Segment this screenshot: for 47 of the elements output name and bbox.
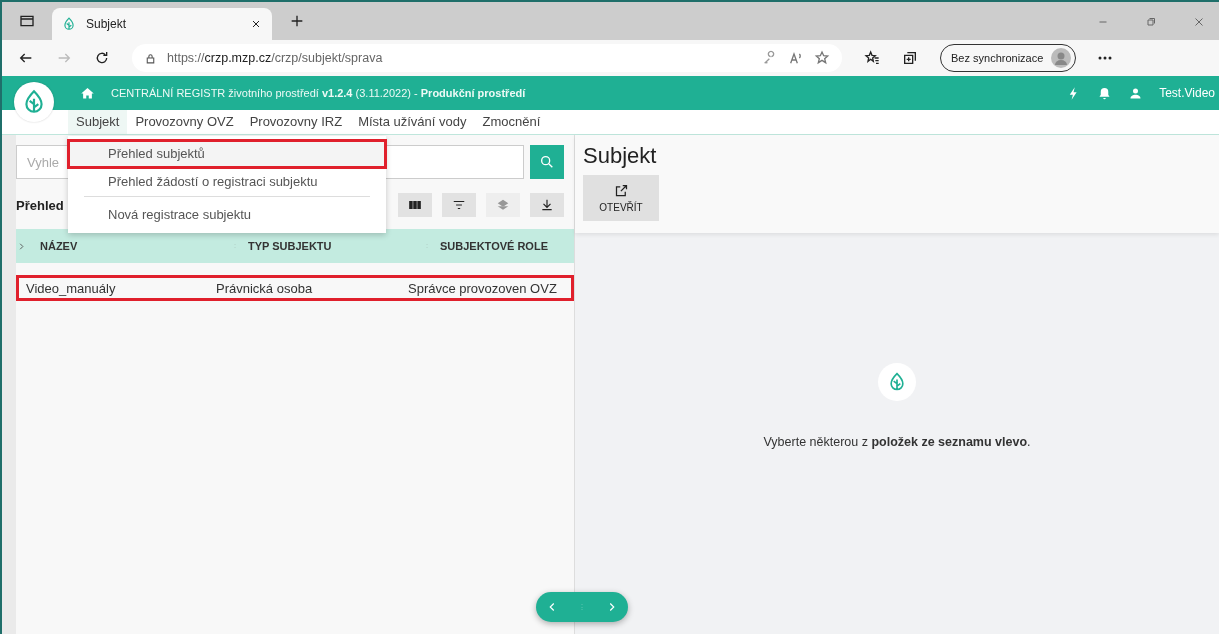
menu-item[interactable]: Subjekt bbox=[68, 110, 128, 134]
lock-icon bbox=[144, 51, 157, 65]
site-icon bbox=[62, 17, 76, 31]
dropdown-item[interactable]: Nová registrace subjektu bbox=[68, 201, 386, 229]
menu-item[interactable]: Provozovny OVZ bbox=[127, 110, 242, 134]
scrollbar[interactable] bbox=[2, 135, 16, 634]
columns-icon bbox=[408, 198, 422, 212]
layers-icon bbox=[496, 198, 510, 212]
dropdown-item[interactable]: Přehled subjektů bbox=[68, 140, 386, 168]
external-link-icon bbox=[613, 183, 629, 198]
column-header[interactable]: SUBJEKTOVÉ ROLE bbox=[440, 240, 548, 252]
browser-tab[interactable]: Subjekt bbox=[52, 8, 272, 40]
favorites-icon bbox=[864, 50, 880, 66]
star-add-icon bbox=[814, 50, 830, 66]
address-bar[interactable]: https://crzp.mzp.cz/crzp/subjekt/sprava bbox=[132, 44, 842, 72]
reload-icon bbox=[94, 50, 110, 66]
close-icon bbox=[250, 18, 262, 30]
table-row[interactable]: Video_manuály Právnická osoba Správce provozoven OVZ bbox=[16, 275, 574, 301]
close-icon bbox=[1193, 16, 1205, 28]
new-tab-icon bbox=[289, 13, 305, 29]
toolbar-button[interactable] bbox=[398, 193, 432, 217]
menu-item[interactable]: Místa užívání vody bbox=[350, 110, 475, 134]
download-icon bbox=[540, 198, 554, 212]
open-button[interactable]: OTEVŘÍT bbox=[583, 175, 659, 221]
collections-icon bbox=[902, 50, 918, 66]
table-cell-text: Video_manuály bbox=[26, 280, 117, 296]
avatar-icon bbox=[1051, 48, 1072, 68]
table-cell-text: Správce provozoven OVZ bbox=[408, 280, 558, 296]
home-icon bbox=[80, 85, 95, 101]
more-icon bbox=[1098, 56, 1113, 60]
list-title: Přehled bbox=[16, 197, 64, 213]
menu-item[interactable]: Provozovny IRZ bbox=[241, 110, 351, 134]
table-cell-text: Právnická osoba bbox=[216, 280, 314, 296]
read-aloud-icon bbox=[788, 50, 804, 66]
empty-message: Vyberte některou z položek ze seznamu vlevo. bbox=[763, 435, 1031, 449]
column-header[interactable]: NÁZEV bbox=[40, 240, 78, 252]
menu-item[interactable]: Zmocnění bbox=[474, 110, 549, 134]
dropdown-item[interactable]: Přehled žádostí o registraci subjektu bbox=[84, 168, 370, 197]
leaf-icon bbox=[887, 372, 907, 392]
filter-icon bbox=[452, 198, 466, 212]
tab-actions-icon bbox=[19, 13, 35, 29]
detail-title: Subjekt bbox=[583, 143, 658, 169]
app-title: CENTRÁLNÍ REGISTR životního prostředí v1.2.4 (3.11.2022) - Produkční prostředí bbox=[111, 87, 526, 99]
column-header[interactable]: TYP SUBJEKTU bbox=[248, 240, 332, 252]
restore-icon bbox=[1145, 16, 1157, 28]
search-button[interactable] bbox=[530, 145, 564, 179]
search-icon bbox=[539, 154, 555, 170]
